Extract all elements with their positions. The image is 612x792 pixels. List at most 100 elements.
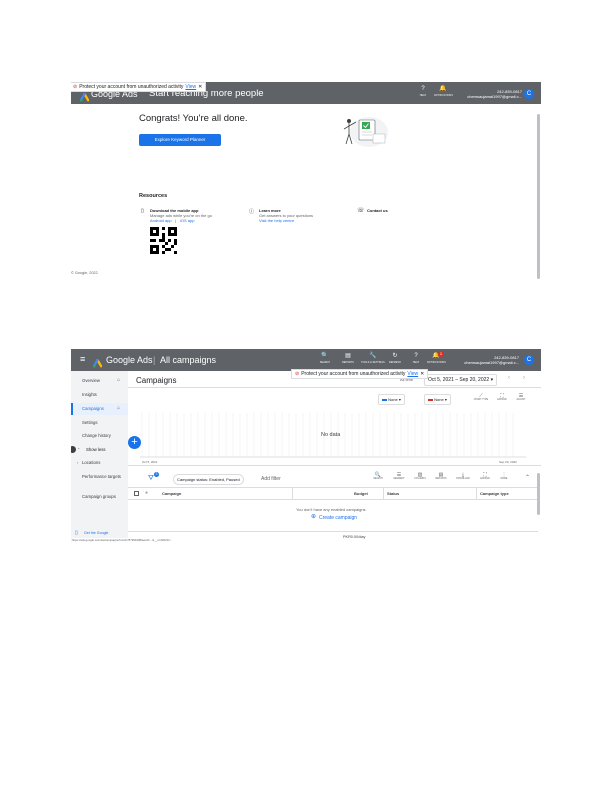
select-all-checkbox[interactable] [134, 491, 139, 496]
close-icon[interactable]: ✕ [198, 84, 202, 90]
columns-button[interactable]: ▥ COLUMNS [411, 472, 429, 481]
sidebar-item-insights[interactable]: Insights [82, 392, 97, 397]
close-icon[interactable]: ✕ [420, 371, 424, 377]
column-header-campaign[interactable]: Campaign [162, 491, 181, 496]
date-range-value: Oct 5, 2021 – Sep 20, 2022 [428, 377, 490, 383]
congrats-title: Congrats! You're all done. [139, 113, 248, 124]
warning-view-link[interactable]: View [185, 84, 196, 90]
avatar[interactable]: C [524, 89, 534, 99]
download-button[interactable]: ⤓ DOWNLOAD [453, 472, 473, 481]
help-button[interactable]: ? HELP [414, 85, 432, 98]
table-totals-row [128, 531, 538, 542]
metric-color-swatch [382, 399, 387, 401]
scrollbar[interactable] [537, 473, 540, 515]
adjust-chart-button[interactable]: ☰ ADJUST [513, 393, 529, 402]
refresh-icon: ↻ [392, 353, 398, 359]
home-icon: ⌂ [117, 405, 121, 411]
show-less-toggle[interactable]: Show less [86, 447, 106, 452]
table-reports-button[interactable]: ▤ REPORTS [432, 472, 450, 481]
chart-type-button[interactable]: ⟋ CHART TYPE [471, 393, 491, 402]
get-app-link[interactable]: Get the Google [84, 531, 108, 535]
warning-icon: ⊘ [295, 371, 300, 377]
expand-chart-button[interactable]: ⛶ EXPAND [494, 393, 510, 402]
wrench-icon: 🔧 [369, 353, 377, 359]
sidebar-item-settings[interactable]: Settings [82, 420, 98, 425]
create-fab-button[interactable]: + [128, 436, 141, 449]
column-header-budget[interactable]: Budget [354, 491, 368, 496]
refresh-button[interactable]: ↻ REFRESH [386, 352, 404, 365]
column-divider [383, 487, 384, 500]
table-expand-button[interactable]: ⛶ EXPAND [476, 472, 494, 481]
qr-code-icon [150, 227, 177, 254]
sidebar-item-campaigns[interactable]: Campaigns [82, 406, 104, 411]
security-warning: ⊘ Protect your account from unauthorized… [71, 82, 207, 92]
help-icon: ? [421, 86, 425, 92]
notifications-button[interactable]: 🔔 NOTIFICATIONS [434, 85, 453, 98]
reports-button[interactable]: ▤ REPORTS [339, 352, 357, 365]
sidebar-item-campaign-groups[interactable]: Campaign groups [82, 494, 116, 499]
account-info[interactable]: 242-839-0817 chemsaujamal1997@gmail.c... [451, 355, 519, 365]
page-heading: All campaigns [160, 355, 217, 365]
plus-icon: + [131, 436, 138, 448]
google-ads-logo [92, 355, 103, 368]
help-centre-link[interactable]: Visit the help centre [259, 218, 294, 223]
sidebar-item-change-history[interactable]: Change history [82, 433, 111, 438]
scrollbar[interactable] [537, 114, 540, 279]
create-campaign-link[interactable]: Create campaign [319, 515, 357, 521]
column-header-campaign-type[interactable]: Campaign type [480, 491, 509, 496]
status-dot-icon: ● [145, 490, 149, 496]
add-filter-input[interactable]: Add filter [261, 476, 281, 482]
sidebar-item-performance-targets[interactable]: Performance targets [82, 474, 122, 479]
metric-selector-2[interactable]: None ▾ [424, 394, 451, 405]
avatar[interactable]: C [524, 355, 534, 365]
reports-icon: ▤ [345, 353, 351, 359]
ios-app-link[interactable]: iOS app [180, 218, 194, 223]
segment-button[interactable]: ☰ SEGMENT [390, 472, 408, 481]
link-separator: | [175, 218, 177, 223]
column-divider [292, 487, 293, 500]
sidebar-item-overview[interactable]: Overview [82, 378, 100, 383]
tools-settings-button[interactable]: 🔧 TOOLS & SETTINGS [361, 352, 385, 365]
more-button[interactable]: ⋮ MORE [496, 472, 512, 481]
empty-state-text: You don't have any enabled campaigns [296, 507, 366, 512]
sidebar-item-locations[interactable]: Locations [82, 460, 100, 465]
campaign-status-filter-chip[interactable]: Campaign status: Enabled, Paused [173, 474, 244, 485]
date-range-picker[interactable]: Oct 5, 2021 – Sep 20, 2022 ▾ [424, 374, 498, 386]
search-button[interactable]: 🔍 SEARCH [316, 352, 334, 365]
active-indicator [71, 403, 73, 415]
filter-icon[interactable]: ⛛ [148, 475, 154, 483]
chevron-up-icon: ⌃ [77, 447, 81, 452]
explore-keyword-planner-button[interactable]: Explore Keyword Planner [139, 134, 221, 146]
page-title: Campaigns [136, 376, 177, 385]
help-icon: ? [414, 353, 418, 359]
chevron-right-icon[interactable]: › [523, 375, 525, 381]
metric-1-value: None [388, 397, 398, 402]
android-app-link[interactable]: Android app [150, 218, 172, 223]
x-axis-start: Oct 5, 2021 [142, 460, 158, 464]
sidebar: Overview ⌂ Insights Campaigns ⌂ Settings… [71, 371, 128, 542]
add-circle-icon[interactable]: ⊕ [311, 513, 316, 520]
warning-icon: ⊘ [73, 84, 78, 90]
collapse-chevron-icon[interactable]: ⌃ [525, 474, 530, 481]
chevron-right-icon: › [77, 460, 79, 465]
account-info[interactable]: 242-839-0817 chemsaujamal1997@gmail.c... [456, 89, 522, 99]
metric-selector-1[interactable]: None ▾ [378, 394, 405, 405]
budget-total: PKR0.00/day [343, 535, 366, 539]
warning-view-link[interactable]: View [407, 371, 418, 377]
success-illustration [343, 117, 388, 147]
warning-text: Protect your account from unauthorized a… [79, 84, 184, 90]
help-button[interactable]: ? HELP [407, 352, 425, 365]
screenshot-setup-complete: Google Ads | Start reaching more people … [71, 82, 541, 282]
column-header-status[interactable]: Status [387, 491, 399, 496]
chevron-left-icon[interactable]: ‹ [508, 375, 510, 381]
menu-icon[interactable]: ≡ [80, 354, 85, 364]
no-data-label: No data [321, 432, 341, 438]
status-url: https://ads.google.com/aw/campaigns?ocid… [72, 538, 173, 542]
copyright-footer: © Google, 2022. [71, 271, 99, 275]
table-search-button[interactable]: 🔍 SEARCH [369, 472, 387, 481]
app-name: Google Ads [106, 355, 153, 365]
screenshot-all-campaigns: ≡ Google Ads | All campaigns 🔍 SEARCH ▤ RE… [71, 349, 541, 542]
chevron-down-icon: ▾ [490, 377, 494, 383]
notification-badge: 1 [438, 351, 444, 357]
account-email: chemsaujamal1997@gmail.c... [464, 360, 519, 365]
